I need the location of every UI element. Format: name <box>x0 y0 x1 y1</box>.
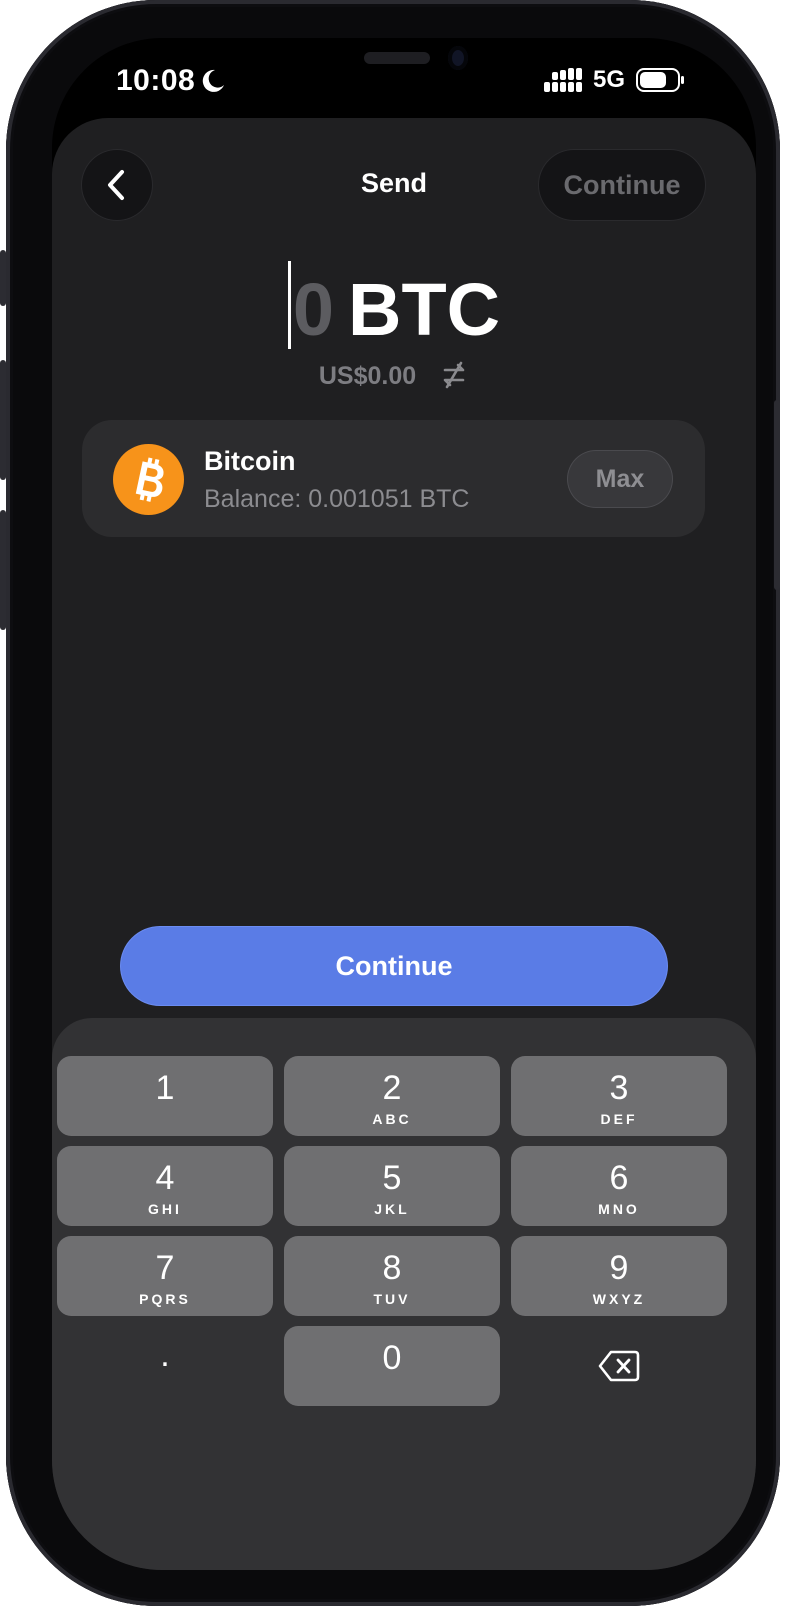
phone-frame: 10:08 5G Send Continue 0 BTC US$0.00 Bit… <box>0 0 780 1606</box>
text-caret <box>287 261 291 349</box>
moon-icon <box>202 69 224 92</box>
key-digit: . <box>160 1336 170 1374</box>
action-button <box>0 250 6 306</box>
key-4[interactable]: 4 GHI <box>57 1146 273 1226</box>
key-digit: 0 <box>382 1339 402 1377</box>
network-label: 5G <box>593 66 626 93</box>
key-digit: 5 <box>382 1159 402 1197</box>
key-1[interactable]: 1 <box>57 1056 273 1136</box>
key-digit: 9 <box>609 1249 629 1287</box>
key-digit: 3 <box>609 1069 629 1107</box>
key-letters: MNO <box>598 1201 640 1217</box>
key-backspace[interactable] <box>511 1326 727 1406</box>
key-letters: WXYZ <box>592 1291 646 1307</box>
key-2[interactable]: 2 ABC <box>284 1056 500 1136</box>
key-6[interactable]: 6 MNO <box>511 1146 727 1226</box>
fiat-amount: US$0.00 <box>318 362 417 390</box>
key-letters: ABC <box>372 1111 412 1127</box>
key-8[interactable]: 8 TUV <box>284 1236 500 1316</box>
continue-button[interactable]: Continue <box>121 927 667 1005</box>
key-digit: 6 <box>609 1159 629 1197</box>
backspace-icon <box>598 1350 640 1382</box>
key-digit: 2 <box>382 1069 402 1107</box>
key-digit: 7 <box>155 1249 175 1287</box>
key-letters: PQRS <box>139 1291 191 1307</box>
key-digit: 4 <box>155 1159 175 1197</box>
front-camera <box>448 46 468 70</box>
volume-down-button <box>0 510 6 630</box>
header-continue-button[interactable]: Continue <box>539 150 705 220</box>
asset-balance: Balance: 0.001051 BTC <box>204 485 470 513</box>
key-letters: GHI <box>148 1201 182 1217</box>
status-bar: 10:08 5G <box>52 38 756 118</box>
amount-display[interactable]: 0 BTC <box>52 261 736 355</box>
key-5[interactable]: 5 JKL <box>284 1146 500 1226</box>
key-letters: JKL <box>374 1201 410 1217</box>
key-3[interactable]: 3 DEF <box>511 1056 727 1136</box>
max-button[interactable]: Max <box>568 451 672 507</box>
key-0[interactable]: 0 <box>284 1326 500 1406</box>
key-7[interactable]: 7 PQRS <box>57 1236 273 1316</box>
fiat-value-row: US$0.00 <box>52 360 736 391</box>
status-time: 10:08 <box>116 64 196 97</box>
key-decimal[interactable]: . <box>57 1326 273 1406</box>
earpiece <box>364 52 430 64</box>
send-sheet: Send Continue 0 BTC US$0.00 Bitcoin Bala… <box>52 118 756 1570</box>
volume-up-button <box>0 360 6 480</box>
asset-name: Bitcoin <box>204 446 296 476</box>
battery-icon <box>636 68 684 92</box>
key-letters: TUV <box>373 1291 411 1307</box>
swap-icon[interactable] <box>439 360 469 390</box>
power-button <box>774 400 780 590</box>
key-digit: 8 <box>382 1249 402 1287</box>
amount-unit: BTC <box>348 268 501 351</box>
key-9[interactable]: 9 WXYZ <box>511 1236 727 1316</box>
numeric-keypad: 1 2 ABC 3 DEF 4 GHI 5 JKL 6 MNO 7 PQRS 8… <box>52 1018 756 1570</box>
screen: 10:08 5G Send Continue 0 BTC US$0.00 Bit… <box>52 38 756 1570</box>
signal-icon <box>544 68 582 92</box>
bitcoin-icon <box>113 444 184 515</box>
key-letters: DEF <box>600 1111 638 1127</box>
key-digit: 1 <box>155 1069 175 1107</box>
amount-value: 0 <box>292 268 335 351</box>
asset-card[interactable]: Bitcoin Balance: 0.001051 BTC Max <box>82 420 705 537</box>
